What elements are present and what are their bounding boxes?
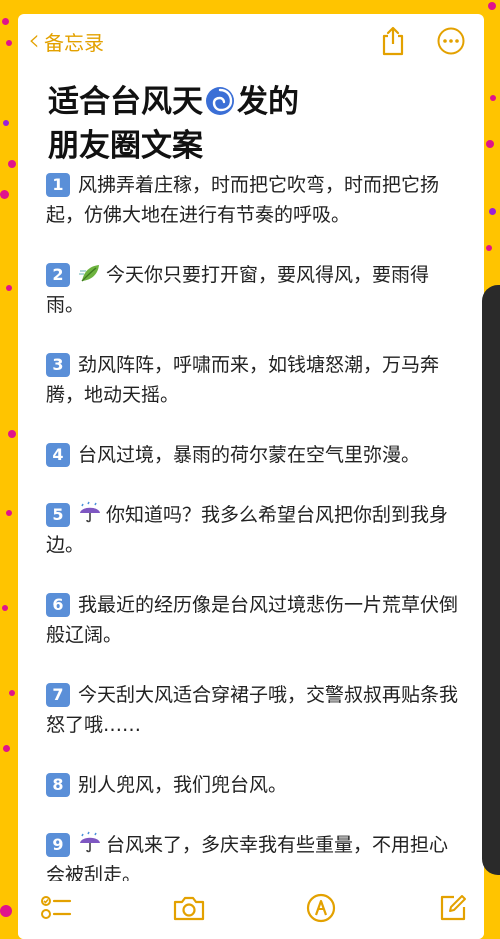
phone-edge-decoration — [482, 285, 500, 875]
markup-button[interactable] — [306, 893, 336, 927]
compose-button[interactable] — [438, 893, 468, 927]
number-badge: 5 — [46, 503, 70, 527]
list-item: 6 我最近的经历像是台风过境悲伤一片荒草伏倒般辽阔。 — [46, 590, 466, 650]
item-text: 别人兜风，我们兜台风。 — [78, 774, 288, 796]
note-title: 适合台风天 发的 朋友圈文案 — [48, 80, 468, 168]
share-icon — [382, 26, 404, 56]
list-item: 1 风拂弄着庄稼，时而把它吹弯，时而把它扬起，仿佛大地在进行有节奏的呼吸。 — [46, 170, 466, 230]
list-item: 5 你知道吗？我多么希望台风把你刮到我身边。 — [46, 500, 466, 560]
number-badge: 9 — [46, 833, 70, 857]
markup-icon — [306, 893, 336, 923]
list-item: 8 别人兜风，我们兜台风。 — [46, 770, 466, 800]
bottom-toolbar — [18, 881, 484, 939]
item-text: 今天你只要打开窗，要风得风，要雨得雨。 — [46, 264, 430, 316]
item-text: 台风来了，多庆幸我有些重量，不用担心会被刮走。 — [46, 834, 449, 886]
title-text-part2: 发的 — [237, 84, 299, 120]
title-text-part1: 适合台风天 — [48, 84, 203, 120]
share-button[interactable] — [380, 26, 406, 60]
note-card: ‹ 备忘录 适合台风天 发的 朋友圈文案 1 风拂弄着庄稼，时而把它吹弯，时而把… — [18, 14, 484, 939]
list-item: 7 今天刮大风适合穿裙子哦，交警叔叔再贴条我怒了哦…… — [46, 680, 466, 740]
number-badge: 7 — [46, 683, 70, 707]
item-text: 今天刮大风适合穿裙子哦，交警叔叔再贴条我怒了哦…… — [46, 684, 459, 736]
umbrella-rain-icon — [80, 501, 100, 523]
list-item: 2 今天你只要打开窗，要风得风，要雨得雨。 — [46, 260, 466, 320]
number-badge: 3 — [46, 353, 70, 377]
title-text-line2: 朋友圈文案 — [48, 128, 203, 164]
item-text: 风拂弄着庄稼，时而把它吹弯，时而把它扬起，仿佛大地在进行有节奏的呼吸。 — [46, 174, 440, 226]
navigation-bar: ‹ 备忘录 — [18, 14, 484, 70]
number-badge: 8 — [46, 773, 70, 797]
checklist-button[interactable] — [40, 893, 72, 927]
list-item: 4 台风过境，暴雨的荷尔蒙在空气里弥漫。 — [46, 440, 466, 470]
chevron-left-icon: ‹ — [28, 23, 40, 58]
back-label: 备忘录 — [44, 30, 104, 55]
camera-button[interactable] — [172, 893, 206, 927]
number-badge: 1 — [46, 173, 70, 197]
number-badge: 2 — [46, 263, 70, 287]
number-badge: 6 — [46, 593, 70, 617]
caption-list: 1 风拂弄着庄稼，时而把它吹弯，时而把它扬起，仿佛大地在进行有节奏的呼吸。 2 今… — [46, 170, 466, 920]
umbrella-rain-icon — [80, 831, 100, 853]
number-badge: 4 — [46, 443, 70, 467]
leaf-wind-icon — [79, 265, 99, 282]
list-item: 3 劲风阵阵，呼啸而来，如钱塘怒潮，万马奔腾，地动天摇。 — [46, 350, 466, 410]
more-icon — [437, 27, 465, 55]
back-button[interactable]: ‹ 备忘录 — [28, 26, 104, 56]
item-text: 劲风阵阵，呼啸而来，如钱塘怒潮，万马奔腾，地动天摇。 — [46, 354, 440, 406]
compose-icon — [440, 895, 466, 921]
more-button[interactable] — [436, 26, 466, 60]
item-text: 我最近的经历像是台风过境悲伤一片荒草伏倒般辽阔。 — [46, 594, 459, 646]
checklist-icon — [41, 896, 72, 919]
item-text: 你知道吗？我多么希望台风把你刮到我身边。 — [46, 504, 449, 556]
item-text: 台风过境，暴雨的荷尔蒙在空气里弥漫。 — [78, 444, 421, 466]
camera-icon — [173, 896, 205, 921]
cyclone-icon — [206, 87, 234, 115]
